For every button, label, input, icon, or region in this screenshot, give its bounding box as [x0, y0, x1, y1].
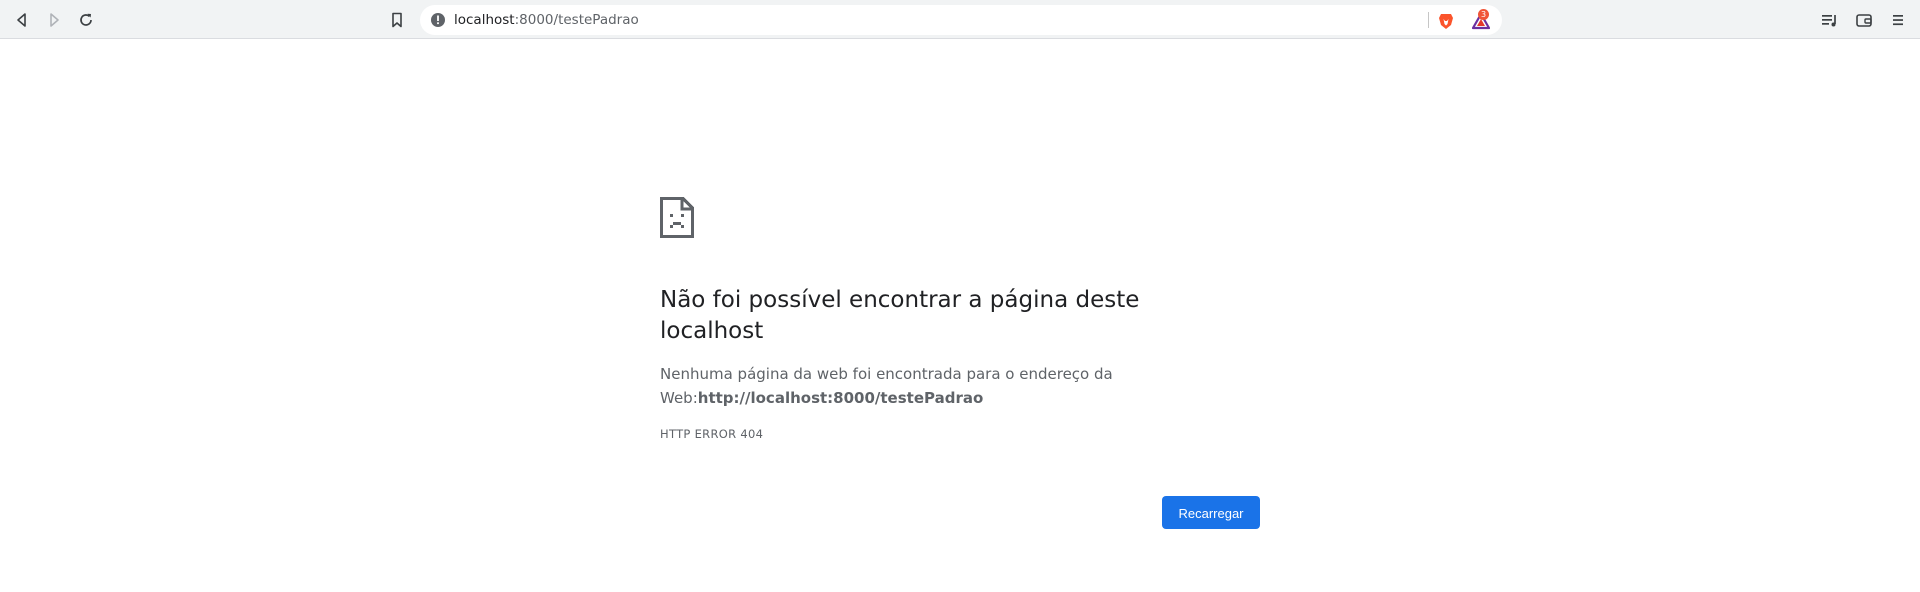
- hamburger-menu-icon[interactable]: [1886, 8, 1910, 32]
- url-text[interactable]: localhost:8000/testePadrao: [454, 11, 639, 29]
- wallet-icon[interactable]: [1852, 8, 1876, 32]
- reload-icon[interactable]: [74, 8, 98, 32]
- brave-lion-icon[interactable]: [1437, 12, 1455, 30]
- error-code: HTTP ERROR 404: [660, 427, 764, 441]
- address-bar[interactable]: localhost:8000/testePadrao 3: [420, 5, 1502, 35]
- bookmark-icon[interactable]: [385, 8, 409, 32]
- error-description: Nenhuma página da web foi encontrada par…: [660, 362, 1180, 410]
- playlist-icon[interactable]: [1818, 8, 1842, 32]
- sad-page-icon: [660, 197, 694, 238]
- error-heading: Não foi possível encontrar a página dest…: [660, 287, 1140, 344]
- error-description-url: http://localhost:8000/testePadrao: [697, 389, 984, 407]
- forward-arrow-icon[interactable]: [42, 8, 66, 32]
- rewards-badge: 3: [1478, 9, 1489, 20]
- omnibox-divider: [1428, 12, 1429, 28]
- info-warning-icon[interactable]: [430, 12, 446, 28]
- back-arrow-icon[interactable]: [10, 8, 34, 32]
- reload-button[interactable]: Recarregar: [1162, 496, 1260, 529]
- url-host: localhost: [454, 12, 515, 28]
- browser-toolbar: localhost:8000/testePadrao 3: [0, 0, 1920, 39]
- url-path: :8000/testePadrao: [514, 12, 639, 28]
